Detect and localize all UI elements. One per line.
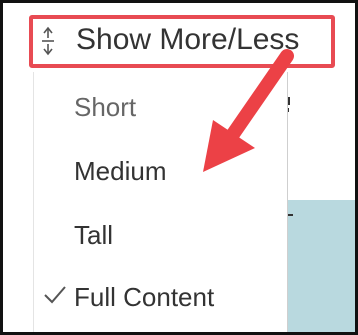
screenshot: Show More/Less Short Medium Tall Full Co… [0,0,358,335]
menu-item-medium[interactable]: Medium [34,142,289,200]
background-content-panel [280,200,355,332]
menu-item-label: Full Content [74,281,215,312]
frame-border [0,0,358,3]
show-more-less-button[interactable]: Show More/Less [76,22,299,58]
checkmark-icon [44,286,66,304]
expand-collapse-icon[interactable] [40,26,56,56]
menu-item-label: Tall [74,219,114,250]
frame-border [0,0,3,335]
menu-item-short[interactable]: Short [34,78,289,136]
row-height-menu: Short Medium Tall Full Content [33,72,288,332]
menu-item-label: Short [74,91,137,122]
menu-item-tall[interactable]: Tall [34,206,289,264]
menu-item-full-content[interactable]: Full Content [34,268,289,326]
menu-item-label: Medium [74,155,167,186]
